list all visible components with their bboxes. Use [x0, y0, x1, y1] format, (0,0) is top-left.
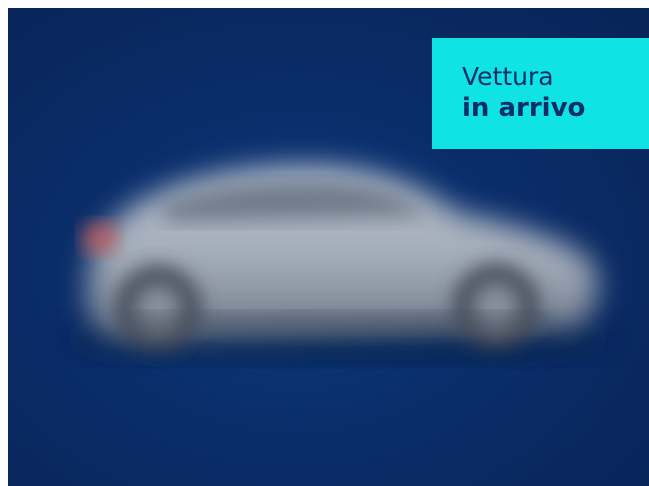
incoming-vehicle-badge: Vettura in arrivo — [432, 38, 649, 149]
vehicle-placeholder-image: Vettura in arrivo — [8, 8, 649, 486]
badge-label-line1: Vettura — [462, 62, 554, 91]
badge-label-line2: in arrivo — [462, 93, 586, 123]
